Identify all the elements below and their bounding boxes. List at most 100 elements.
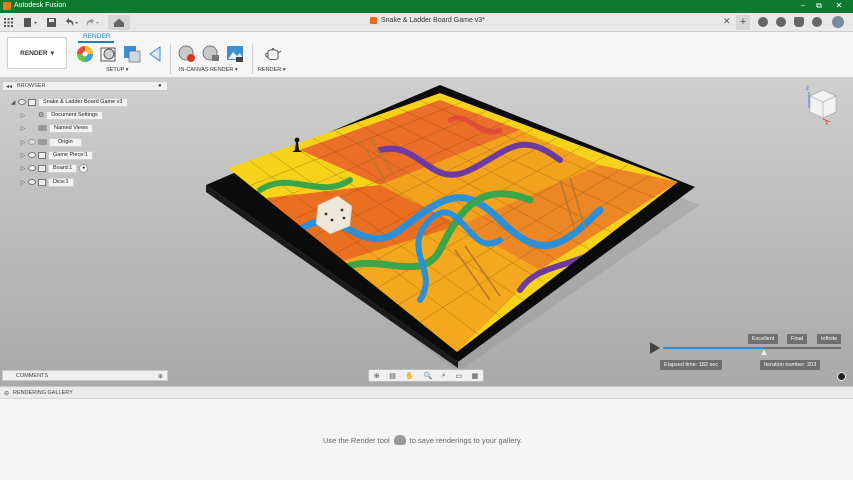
ribbon-toolbar: RENDER ▾ RENDER SETUP ▾ IN-CANVAS RENDER… <box>0 32 853 78</box>
rendering-gallery: Use the Render tool to save renderings t… <box>0 399 853 480</box>
gallery-empty-hint: Use the Render tool to save renderings t… <box>323 435 522 445</box>
expand-triangle-icon[interactable]: ▷ <box>20 179 26 186</box>
grid-settings-icon[interactable]: ▦ <box>472 372 479 380</box>
file-menu-icon[interactable] <box>24 16 38 29</box>
home-button[interactable] <box>108 15 130 30</box>
orbit-icon[interactable]: ⊕ <box>374 372 380 380</box>
progress-marker-icon[interactable] <box>761 350 767 355</box>
look-at-icon[interactable]: ▤ <box>389 372 396 380</box>
activate-component-icon[interactable]: ● <box>79 163 89 173</box>
pan-icon[interactable]: ✋ <box>405 372 414 380</box>
display-settings-icon[interactable]: ▭ <box>455 372 462 380</box>
play-render-icon[interactable] <box>650 342 660 354</box>
viewcube-icon[interactable] <box>808 88 838 122</box>
elapsed-time-label: Elapsed time: 182 sec <box>660 360 723 370</box>
in-canvas-render-settings-icon[interactable] <box>202 45 220 63</box>
rendering-gallery-header[interactable]: ⊖ RENDERING GALLERY <box>0 386 853 399</box>
render-progress-track[interactable] <box>663 347 841 349</box>
tree-root-label: Snake & Ladder Board Game v3 <box>38 97 128 107</box>
axis-z-label: Z <box>806 86 810 92</box>
comments-title: COMMENTS <box>16 373 49 379</box>
expand-triangle-icon[interactable]: ▷ <box>20 125 26 132</box>
tree-item-origin[interactable]: ▷ Origin <box>20 137 82 147</box>
browser-panel-header[interactable]: ◂◂ BROWSER ● <box>2 81 168 91</box>
document-tab[interactable]: Snake & Ladder Board Game v3* <box>370 17 485 24</box>
tree-item-label: Dice:1 <box>48 177 74 187</box>
quality-excellent-chip[interactable]: Excellent <box>748 334 779 344</box>
help-icon[interactable] <box>812 17 822 27</box>
expand-triangle-icon[interactable]: ▷ <box>20 165 26 172</box>
visibility-eye-icon[interactable] <box>28 179 36 185</box>
iteration-number-label: Iteration number: 203 <box>760 360 821 370</box>
fusion-logo-icon <box>3 2 11 10</box>
comments-panel-header[interactable]: COMMENTS ⊕ <box>2 370 168 381</box>
gallery-title: RENDERING GALLERY <box>13 390 73 396</box>
minimize-button[interactable]: – <box>796 1 810 10</box>
undo-icon[interactable] <box>65 16 79 29</box>
workspace-label: RENDER <box>20 49 48 57</box>
render-progress-fill <box>663 347 765 349</box>
new-tab-button[interactable]: + <box>736 15 750 30</box>
component-icon <box>38 178 46 186</box>
decal-icon[interactable] <box>147 45 165 63</box>
tree-item-dice[interactable]: ▷ Dice:1 <box>20 177 74 187</box>
visibility-eye-icon[interactable] <box>28 139 36 145</box>
setup-group-label[interactable]: SETUP ▾ <box>106 67 129 73</box>
app-grid-icon[interactable] <box>4 16 13 29</box>
panel-pin-icon[interactable]: ● <box>158 83 162 89</box>
in-canvas-render-group-label[interactable]: IN-CANVAS RENDER ▾ <box>179 67 238 73</box>
tree-item-label: Origin <box>49 137 82 147</box>
quality-final-chip[interactable]: Final <box>787 334 807 344</box>
workspace-switcher-button[interactable]: RENDER ▾ <box>7 37 67 69</box>
gear-icon: ⚙ <box>38 112 45 119</box>
tree-item-label: Game Piece:1 <box>48 150 93 160</box>
user-avatar[interactable] <box>832 16 844 28</box>
zoom-icon[interactable]: 🔍 <box>424 372 433 380</box>
extensions-icon[interactable] <box>758 17 768 27</box>
ribbon-divider <box>252 44 253 74</box>
visibility-eye-icon[interactable] <box>18 99 26 105</box>
fit-icon[interactable]: ⌕ <box>442 372 446 380</box>
collapse-gallery-icon[interactable]: ⊖ <box>4 390 9 397</box>
app-title: Autodesk Fusion <box>14 2 67 9</box>
quality-infinite-chip[interactable]: Infinite <box>817 334 842 344</box>
render-teapot-icon[interactable] <box>264 45 282 63</box>
collapse-panel-icon[interactable]: ◂◂ <box>6 83 12 90</box>
visibility-eye-icon[interactable] <box>28 165 36 171</box>
job-status-icon[interactable] <box>776 17 786 27</box>
render-status-icon[interactable] <box>837 372 846 381</box>
appearance-icon[interactable] <box>76 45 94 63</box>
scene-settings-icon[interactable] <box>100 45 118 63</box>
expand-triangle-icon[interactable]: ▷ <box>20 152 26 159</box>
ribbon-divider <box>170 44 171 74</box>
capture-image-icon[interactable] <box>226 45 244 63</box>
tree-item-label: Board:1 <box>48 163 78 173</box>
expand-triangle-icon[interactable]: ▷ <box>20 139 26 146</box>
restore-button[interactable]: ⧉ <box>812 1 826 11</box>
close-tab-icon[interactable]: ✕ <box>723 16 731 27</box>
texture-map-icon[interactable] <box>123 45 141 63</box>
tree-root[interactable]: ◢ Snake & Ladder Board Game v3 <box>10 97 128 107</box>
add-comment-icon[interactable]: ⊕ <box>158 373 163 380</box>
visibility-eye-icon[interactable] <box>28 152 36 158</box>
tree-item-board[interactable]: ▷ Board:1 ● <box>20 163 89 173</box>
render-progress-panel: Excellent Final Infinite Elapsed time: 1… <box>650 332 845 376</box>
component-icon <box>38 151 46 159</box>
home-icon <box>114 18 124 27</box>
save-icon[interactable] <box>47 16 56 29</box>
notifications-bell-icon[interactable] <box>794 17 804 27</box>
tree-item-named-views[interactable]: ▷ Named Views <box>20 123 93 133</box>
document-icon <box>28 98 36 106</box>
tree-item-game-piece[interactable]: ▷ Game Piece:1 <box>20 150 93 160</box>
in-canvas-render-icon[interactable] <box>178 45 196 63</box>
expand-triangle-icon[interactable]: ▷ <box>20 112 26 119</box>
title-bar: Autodesk Fusion – ⧉ ✕ <box>0 0 853 13</box>
expand-triangle-icon[interactable]: ◢ <box>10 99 16 106</box>
close-window-button[interactable]: ✕ <box>832 1 846 10</box>
render-group-label[interactable]: RENDER ▾ <box>258 67 286 73</box>
tree-item-document-settings[interactable]: ▷ ⚙ Document Settings <box>20 110 103 120</box>
redo-icon[interactable] <box>86 16 100 29</box>
teapot-icon <box>393 435 406 445</box>
tab-render[interactable]: RENDER <box>83 33 110 40</box>
component-icon <box>38 164 46 172</box>
